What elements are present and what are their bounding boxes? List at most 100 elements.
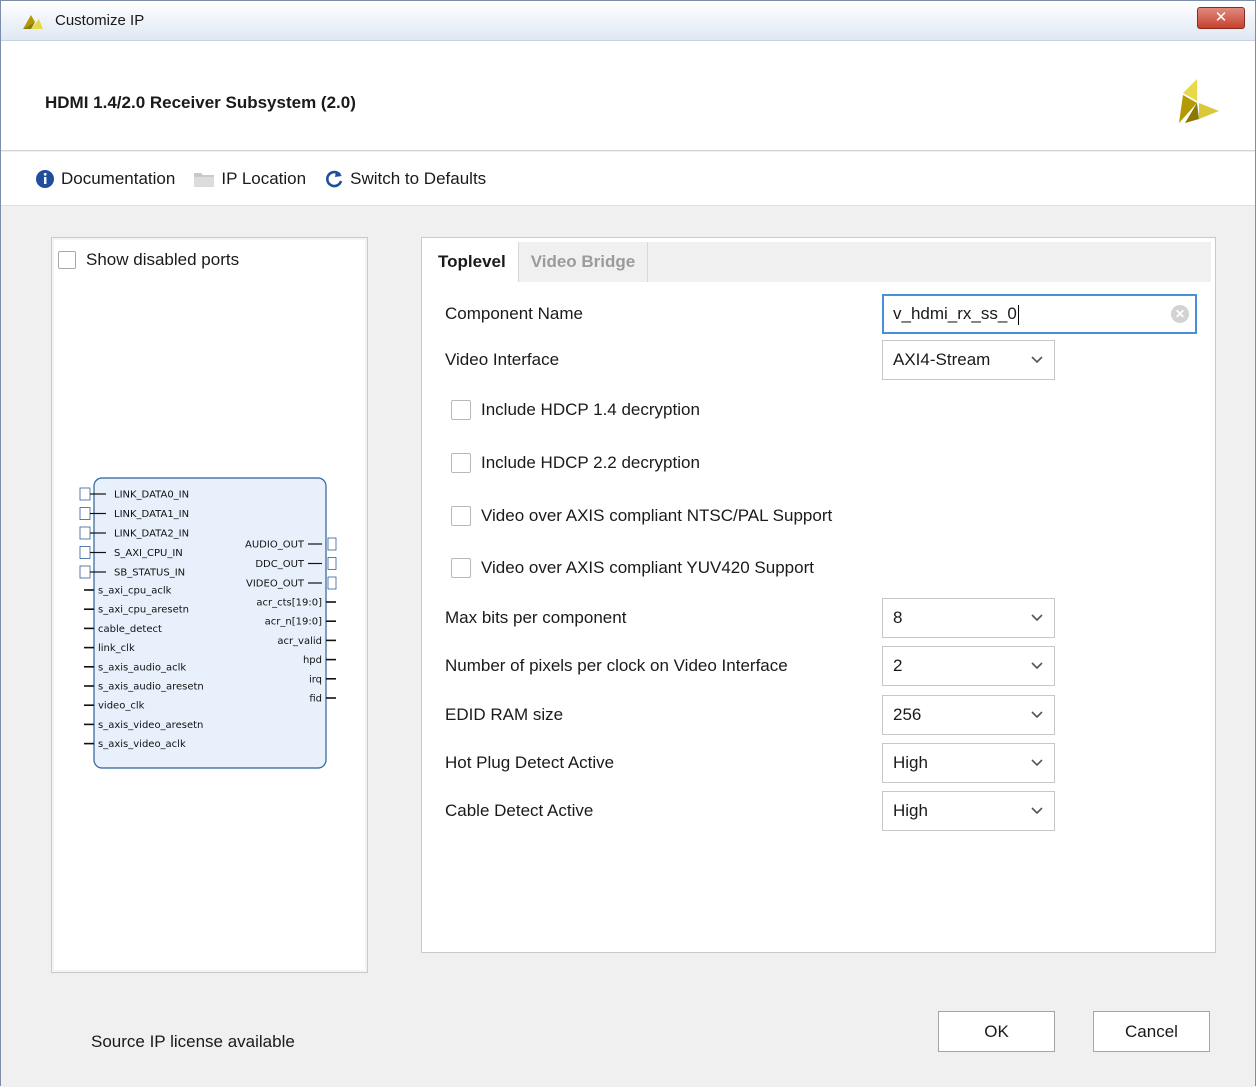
dialog-header: HDMI 1.4/2.0 Receiver Subsystem (2.0) (1, 41, 1255, 151)
info-icon (36, 169, 54, 188)
documentation-button[interactable]: Documentation (35, 169, 175, 189)
bus-port-marker (79, 526, 91, 540)
show-disabled-ports-checkbox[interactable]: Show disabled ports (58, 250, 239, 270)
bus-port-marker (79, 565, 91, 579)
port-label: LINK_DATA1_IN (114, 509, 189, 520)
vivado-app-icon (23, 15, 43, 29)
documentation-label: Documentation (61, 168, 176, 188)
configuration-panel: Toplevel Video Bridge Component Name v_h… (421, 237, 1216, 953)
close-icon: ✕ (1214, 9, 1228, 26)
hpd-value: High (893, 753, 928, 772)
max-bits-label: Max bits per component (445, 608, 627, 627)
checkbox-box[interactable] (451, 453, 471, 473)
port-label: s_axi_cpu_aresetn (98, 605, 189, 616)
switch-to-defaults-label: Switch to Defaults (350, 168, 487, 188)
tab-video-bridge[interactable]: Video Bridge (519, 242, 649, 282)
checkbox-box[interactable] (451, 506, 471, 526)
port-label: VIDEO_OUT (246, 579, 305, 590)
port-label: link_clk (98, 643, 135, 654)
bus-port-marker (79, 546, 91, 559)
edid-label: EDID RAM size (445, 705, 564, 724)
text-caret (1017, 304, 1019, 325)
folder-icon (194, 172, 215, 187)
port-label: DDC_OUT (255, 559, 305, 570)
hdcp22-checkbox[interactable]: Include HDCP 2.2 decryption (451, 453, 700, 473)
window-title: Customize IP (55, 12, 145, 29)
tab-toplevel[interactable]: Toplevel (426, 242, 519, 282)
customize-ip-dialog: Customize IP ✕ HDMI 1.4/2.0 Receiver Sub… (0, 0, 1256, 1087)
pixels-per-clock-select[interactable]: 2 (882, 646, 1055, 686)
license-status: Source IP license available (91, 1032, 295, 1051)
max-bits-select[interactable]: 8 (882, 598, 1055, 638)
toolbar: Documentation IP Location Switch to Defa… (1, 152, 1255, 206)
bus-port-marker (327, 557, 337, 570)
port-label: LINK_DATA2_IN (114, 529, 189, 540)
port-label: acr_n[19:0] (265, 617, 322, 628)
hpd-active-select[interactable]: High (882, 743, 1055, 783)
port-label: S_AXI_CPU_IN (114, 548, 183, 559)
port-label: hpd (303, 655, 322, 666)
title-bar: Customize IP ✕ (1, 1, 1255, 41)
max-bits-value: 8 (893, 608, 903, 627)
hdcp22-label: Include HDCP 2.2 decryption (481, 453, 700, 472)
close-button[interactable]: ✕ (1197, 7, 1245, 29)
port-label: s_axis_audio_aclk (98, 662, 186, 673)
port-label: acr_cts[19:0] (256, 598, 322, 609)
refresh-icon (326, 170, 343, 187)
show-disabled-ports-label: Show disabled ports (86, 250, 240, 269)
chevron-down-icon (1031, 807, 1043, 815)
bus-port-marker (327, 537, 337, 551)
cancel-button[interactable]: Cancel (1093, 1011, 1210, 1052)
yuv420-checkbox[interactable]: Video over AXIS compliant YUV420 Support (451, 558, 814, 578)
hdcp14-checkbox[interactable]: Include HDCP 1.4 decryption (451, 400, 700, 420)
ip-location-label: IP Location (221, 168, 307, 188)
edid-value: 256 (893, 705, 922, 724)
chevron-down-icon (1031, 662, 1043, 670)
tab-bar: Toplevel Video Bridge (426, 242, 1211, 282)
port-label: irq (309, 674, 322, 685)
cable-value: High (893, 801, 928, 820)
ntsc-pal-label: Video over AXIS compliant NTSC/PAL Suppo… (481, 506, 833, 525)
bus-port-marker (79, 487, 91, 501)
pixels-per-clock-label: Number of pixels per clock on Video Inte… (445, 656, 788, 675)
edid-ram-select[interactable]: 256 (882, 695, 1055, 735)
ip-location-button[interactable]: IP Location (193, 169, 306, 189)
component-name-value: v_hdmi_rx_ss_0 (893, 304, 1017, 323)
port-label: AUDIO_OUT (245, 540, 305, 551)
switch-to-defaults-button[interactable]: Switch to Defaults (324, 169, 486, 189)
video-interface-label: Video Interface (445, 350, 560, 369)
cable-detect-label: Cable Detect Active (445, 801, 594, 820)
dialog-body: Show disabled ports LINK_DATA0_IN LINK_DA… (1, 207, 1255, 1087)
xilinx-logo-icon (1179, 79, 1219, 123)
bus-port-marker (327, 576, 337, 590)
port-label: cable_detect (98, 624, 162, 635)
ip-symbol-panel: Show disabled ports LINK_DATA0_IN LINK_DA… (51, 237, 368, 973)
video-interface-value: AXI4-Stream (893, 350, 991, 369)
component-name-label: Component Name (445, 304, 583, 323)
checkbox-box[interactable] (58, 251, 76, 269)
component-name-input[interactable]: v_hdmi_rx_ss_0 ✕ (882, 294, 1197, 334)
clear-input-icon[interactable]: ✕ (1171, 305, 1189, 323)
bus-port-marker (79, 507, 91, 520)
chevron-down-icon (1031, 614, 1043, 622)
port-label: LINK_DATA0_IN (114, 490, 189, 501)
chevron-down-icon (1031, 759, 1043, 767)
video-interface-select[interactable]: AXI4-Stream (882, 340, 1055, 380)
chevron-down-icon (1031, 711, 1043, 719)
checkbox-box[interactable] (451, 400, 471, 420)
checkbox-box[interactable] (451, 558, 471, 578)
hdcp14-label: Include HDCP 1.4 decryption (481, 400, 700, 419)
ok-button[interactable]: OK (938, 1011, 1055, 1052)
port-label: acr_valid (277, 636, 322, 647)
ntsc-pal-checkbox[interactable]: Video over AXIS compliant NTSC/PAL Suppo… (451, 506, 832, 526)
pixels-per-clock-value: 2 (893, 656, 903, 675)
port-label: s_axi_cpu_aclk (98, 586, 172, 597)
port-label: fid (309, 694, 322, 705)
port-label: SB_STATUS_IN (114, 568, 185, 579)
cable-detect-select[interactable]: High (882, 791, 1055, 831)
yuv420-label: Video over AXIS compliant YUV420 Support (481, 558, 814, 577)
ip-title: HDMI 1.4/2.0 Receiver Subsystem (2.0) (45, 93, 356, 112)
port-label: s_axis_video_aresetn (98, 720, 203, 731)
hpd-active-label: Hot Plug Detect Active (445, 753, 615, 772)
chevron-down-icon (1031, 356, 1043, 364)
